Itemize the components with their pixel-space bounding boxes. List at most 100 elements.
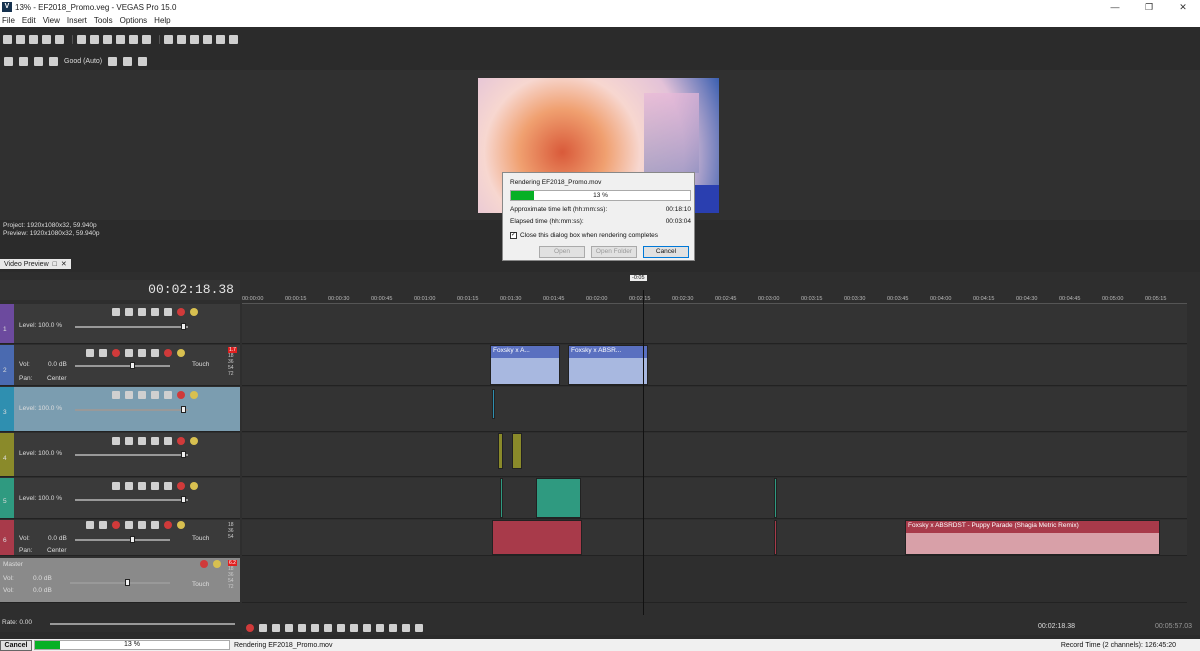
rate-slider[interactable]	[50, 623, 235, 625]
fx-icon[interactable]	[164, 482, 172, 490]
lock-envelopes-icon[interactable]	[216, 34, 225, 44]
track-3-level-slider[interactable]	[75, 406, 188, 413]
close-icon[interactable]: ✕	[1166, 0, 1200, 14]
compositing-icon[interactable]	[125, 482, 133, 490]
video-clip[interactable]	[500, 478, 503, 518]
new-file-icon[interactable]	[3, 34, 12, 44]
close-when-done-checkbox[interactable]: ✓ Close this dialog box when rendering c…	[510, 232, 658, 239]
video-clip[interactable]	[492, 389, 495, 419]
solo-icon[interactable]	[190, 308, 198, 316]
bypass-motion-blur-icon[interactable]	[138, 437, 146, 445]
track-5-level-slider[interactable]	[75, 496, 188, 503]
compositing-icon[interactable]	[125, 437, 133, 445]
automation-icon[interactable]	[138, 521, 146, 529]
copy-icon[interactable]	[90, 34, 99, 44]
bypass-motion-blur-icon[interactable]	[138, 391, 146, 399]
stop-icon[interactable]	[311, 623, 319, 632]
solo-icon[interactable]	[190, 391, 198, 399]
external-monitor-icon[interactable]	[19, 56, 28, 66]
marker-icon[interactable]	[415, 623, 423, 632]
close-tab-icon[interactable]: ✕	[61, 260, 67, 268]
fx-icon[interactable]	[164, 308, 172, 316]
bypass-motion-blur-icon[interactable]	[138, 482, 146, 490]
track-4-header[interactable]: 4 Level: 100.0 %	[0, 433, 240, 477]
automation-mode[interactable]: Touch	[192, 361, 209, 368]
envelope-tool-icon[interactable]	[177, 34, 186, 44]
status-cancel-button[interactable]: Cancel	[0, 639, 32, 651]
mute-icon[interactable]	[164, 521, 172, 529]
track-6-header[interactable]: 6 Vol: 0.0 dB Touch Pan: Center 18 36 54	[0, 520, 240, 556]
move-icon[interactable]	[86, 349, 94, 357]
loop-playback-icon[interactable]	[259, 623, 267, 632]
play-icon[interactable]	[285, 623, 293, 632]
move-icon[interactable]	[112, 391, 120, 399]
track-3-lane[interactable]	[242, 387, 1187, 432]
track-motion-icon[interactable]	[151, 391, 159, 399]
input-icon[interactable]	[125, 349, 133, 357]
move-icon[interactable]	[112, 437, 120, 445]
ignore-grouping-icon[interactable]	[229, 34, 238, 44]
fx-icon[interactable]	[34, 56, 43, 66]
track-2-header[interactable]: 2 Vol: 0.0 dB Touch Pan: Center 1.7 18 3…	[0, 345, 240, 386]
track-2-volume-slider[interactable]	[75, 362, 170, 369]
record-icon[interactable]	[112, 349, 120, 357]
move-icon[interactable]	[86, 521, 94, 529]
record-icon[interactable]	[112, 521, 120, 529]
undo-icon[interactable]	[116, 34, 125, 44]
save-icon[interactable]	[29, 34, 38, 44]
menu-tools[interactable]: Tools	[94, 16, 113, 25]
menu-edit[interactable]: Edit	[22, 16, 36, 25]
video-clip[interactable]	[774, 478, 777, 518]
input-icon[interactable]	[125, 521, 133, 529]
trim-tool-icon[interactable]	[389, 623, 397, 632]
mute-icon[interactable]	[164, 349, 172, 357]
automation-mode[interactable]: Touch	[192, 535, 209, 542]
track-3-header[interactable]: 3 Level: 100.0 %	[0, 387, 240, 432]
menu-help[interactable]: Help	[154, 16, 170, 25]
solo-icon[interactable]	[177, 349, 185, 357]
restore-icon[interactable]: □	[53, 261, 57, 268]
video-clip[interactable]	[536, 478, 581, 518]
next-frame-icon[interactable]	[363, 623, 371, 632]
settings-gear-icon[interactable]	[55, 34, 64, 44]
solo-icon[interactable]	[190, 482, 198, 490]
audio-clip[interactable]: Foxsky x ABSR...	[568, 345, 648, 385]
audio-clip[interactable]: Foxsky x ABSRDST - Puppy Parade (Shagia …	[905, 520, 1160, 555]
auto-ripple-icon[interactable]	[203, 34, 212, 44]
fx-icon[interactable]	[151, 521, 159, 529]
track-1-level-slider[interactable]	[75, 323, 188, 330]
cancel-render-button[interactable]: Cancel	[643, 246, 689, 258]
slider-knob[interactable]	[181, 406, 186, 413]
minimize-icon[interactable]: —	[1098, 0, 1132, 14]
cut-icon[interactable]	[77, 34, 86, 44]
fx-icon[interactable]	[164, 391, 172, 399]
audio-clip[interactable]	[492, 520, 582, 555]
normal-edit-tool-icon[interactable]	[164, 34, 173, 44]
master-volume-slider[interactable]	[70, 579, 170, 586]
play-from-start-icon[interactable]	[272, 623, 280, 632]
slider-knob[interactable]	[181, 451, 186, 458]
go-to-end-icon[interactable]	[337, 623, 345, 632]
open-file-icon[interactable]	[16, 34, 25, 44]
split-screen-icon[interactable]	[49, 56, 58, 66]
automation-mode[interactable]: Touch	[192, 581, 209, 588]
track-5-header[interactable]: 5 Level: 100.0 %	[0, 478, 240, 519]
track-motion-icon[interactable]	[151, 482, 159, 490]
playhead-cursor[interactable]	[643, 290, 644, 615]
mute-icon[interactable]	[177, 391, 185, 399]
enable-snapping-icon[interactable]	[142, 34, 151, 44]
solo-icon[interactable]	[190, 437, 198, 445]
preview-quality-select[interactable]: Good (Auto)	[64, 58, 102, 65]
mute-icon[interactable]	[200, 560, 208, 568]
mute-icon[interactable]	[177, 308, 185, 316]
compositing-icon[interactable]	[125, 391, 133, 399]
audio-clip[interactable]	[774, 520, 777, 555]
solo-icon[interactable]	[177, 521, 185, 529]
track-6-volume-slider[interactable]	[75, 536, 170, 543]
move-icon[interactable]	[112, 482, 120, 490]
open-button[interactable]: Open	[539, 246, 585, 258]
slider-knob[interactable]	[181, 323, 186, 330]
fx-icon[interactable]	[151, 349, 159, 357]
track-4-level-slider[interactable]	[75, 451, 188, 458]
track-4-lane[interactable]	[242, 433, 1187, 477]
